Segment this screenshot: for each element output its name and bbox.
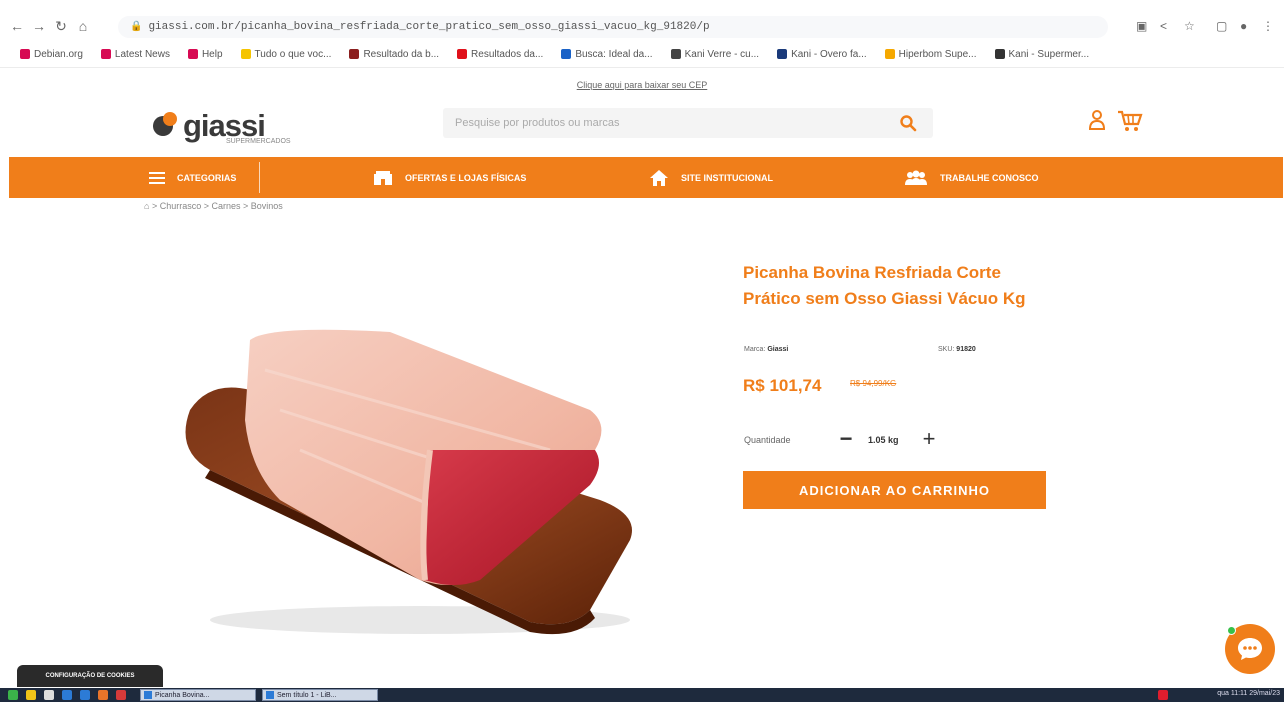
window-icon [144,691,152,699]
extension-icon[interactable]: ▣ [1136,14,1147,38]
quantity-increase-button[interactable]: + [918,428,940,452]
browser-taskbar-icon[interactable] [62,690,72,700]
breadcrumb-text[interactable]: > Churrasco > Carnes > Bovinos [152,201,283,211]
home-site-icon [650,169,668,186]
taskbar-window-writer[interactable]: Sem título 1 - LiB... [262,689,378,701]
bookmark-item[interactable]: Hiperbom Supe... [884,49,977,60]
bookmark-item[interactable]: Kani Verre - cu... [670,49,759,60]
bookmark-icon [100,49,111,59]
bookmark-icon [884,49,895,59]
nav-categories[interactable]: Categorias [149,157,236,198]
bookmark-icon [670,49,681,59]
notification-icon[interactable] [1158,690,1168,700]
url-text: giassi.com.br/picanha_bovina_resfriada_c… [148,21,710,33]
files-icon[interactable] [26,690,36,700]
product-brand: Marca: Giassi [744,346,788,353]
reload-icon[interactable]: ↻ [52,14,70,38]
logo-mark-icon [153,112,181,140]
product-sku: SKU: 91820 [938,346,976,353]
bookmark-item[interactable]: Tudo o que voc... [240,49,331,60]
nav-institutional-label: Site Institucional [681,172,773,183]
user-icon[interactable] [1088,108,1106,132]
taskbar-window-label: Sem título 1 - LiB... [277,691,337,699]
nav-divider [259,162,260,193]
main-nav: Categorias Ofertas e Lojas Físicas Site … [9,157,1283,198]
bookmark-icon [994,49,1005,59]
bookmark-icon [187,49,198,59]
bookmark-icon [457,49,468,59]
bookmarks-bar: Debian.org Latest News Help Tudo o que v… [0,44,1284,64]
share-icon[interactable]: < [1160,14,1167,38]
sku-value: 91820 [956,346,976,353]
forward-icon[interactable]: → [30,14,48,38]
browser-toolbar: ← → ↻ ⌂ 🔒 giassi.com.br/picanha_bovina_r… [0,14,1284,38]
search-input[interactable]: Pesquise por produtos ou marcas [443,108,933,138]
app-taskbar-icon-2[interactable] [98,690,108,700]
cart-icon[interactable] [1117,110,1143,132]
bookmark-item[interactable]: Latest News [100,49,170,60]
address-bar[interactable]: 🔒 giassi.com.br/picanha_bovina_resfriada… [118,16,1108,38]
bookmark-icon [777,49,788,59]
terminal-icon[interactable] [44,690,54,700]
nav-careers[interactable]: Trabalhe Conosco [904,157,1039,198]
home-icon[interactable]: ⌂ [74,14,92,38]
app-taskbar-icon[interactable] [80,690,90,700]
bookmark-icon [561,49,572,59]
online-status-dot [1227,626,1236,635]
quantity-label: Quantidade [744,435,791,445]
bookmark-icon [20,49,30,59]
app-taskbar-icon-3[interactable] [116,690,126,700]
chat-bubble-icon [1238,638,1262,660]
bookmark-item[interactable]: Kani - Overo fa... [777,49,867,60]
logo-subtitle: SUPERMERCADOS [226,138,291,145]
top-notice-link[interactable]: Clique aqui para baixar seu CEP [0,80,1284,90]
taskbar-window-label: Picanha Bovina... [155,691,210,699]
search-icon[interactable] [899,114,917,132]
team-icon [905,170,927,185]
product-price: R$ 101,74 [743,376,822,395]
start-menu-icon[interactable] [8,690,18,700]
bookmark-item[interactable]: Resultados da... [457,49,543,60]
bookmark-item[interactable]: Help [187,49,223,60]
store-icon [374,170,392,185]
profile-icon[interactable]: ● [1240,14,1247,38]
lock-icon: 🔒 [130,22,143,33]
quantity-decrease-button[interactable]: − [835,428,857,452]
sku-label: SKU: [938,346,955,353]
quantity-value[interactable]: 1.05 kg [868,435,899,445]
brand-label: Marca: [744,346,766,353]
bookmark-item[interactable]: Debian.org [20,49,83,60]
nav-institutional[interactable]: Site Institucional [649,157,773,198]
bookmark-item[interactable]: Kani - Supermer... [994,49,1089,60]
bookmark-icon [240,49,251,59]
hamburger-icon [149,171,165,184]
cookie-settings-button[interactable]: Configuração de Cookies [17,665,163,687]
product-unit-price: R$ 94,99/KG [850,379,897,388]
star-icon[interactable]: ☆ [1184,14,1195,38]
bookmark-icon [349,49,360,59]
product-title: Picanha Bovina Resfriada Corte Prático s… [743,263,1026,308]
browser-chrome: ← → ↻ ⌂ 🔒 giassi.com.br/picanha_bovina_r… [0,0,1284,68]
breadcrumb-home-icon[interactable]: ⌂ [144,201,152,211]
bookmark-item[interactable]: Resultado da b... [349,49,439,60]
nav-categories-label: Categorias [177,172,237,183]
breadcrumb: ⌂ > Churrasco > Carnes > Bovinos [144,201,283,211]
menu-icon[interactable]: ⋮ [1262,14,1274,38]
nav-careers-label: Trabalhe Conosco [940,172,1039,183]
nav-offers-stores[interactable]: Ofertas e Lojas Físicas [373,157,526,198]
taskbar-clock[interactable]: qua 11:11 29/mai/23 [1217,690,1280,697]
os-taskbar: Picanha Bovina... Sem título 1 - LiB... … [0,688,1284,702]
product-image [185,329,632,635]
bookmark-item[interactable]: Busca: Ideal da... [561,49,653,60]
back-icon[interactable]: ← [8,14,26,38]
add-to-cart-button[interactable]: Adicionar ao Carrinho [743,471,1046,509]
window-icon [266,691,274,699]
brand-value[interactable]: Giassi [767,346,788,353]
window-icon[interactable]: ▢ [1216,14,1227,38]
taskbar-window-browser[interactable]: Picanha Bovina... [140,689,256,701]
search-placeholder: Pesquise por produtos ou marcas [455,117,620,129]
nav-offers-label: Ofertas e Lojas Físicas [405,172,527,183]
